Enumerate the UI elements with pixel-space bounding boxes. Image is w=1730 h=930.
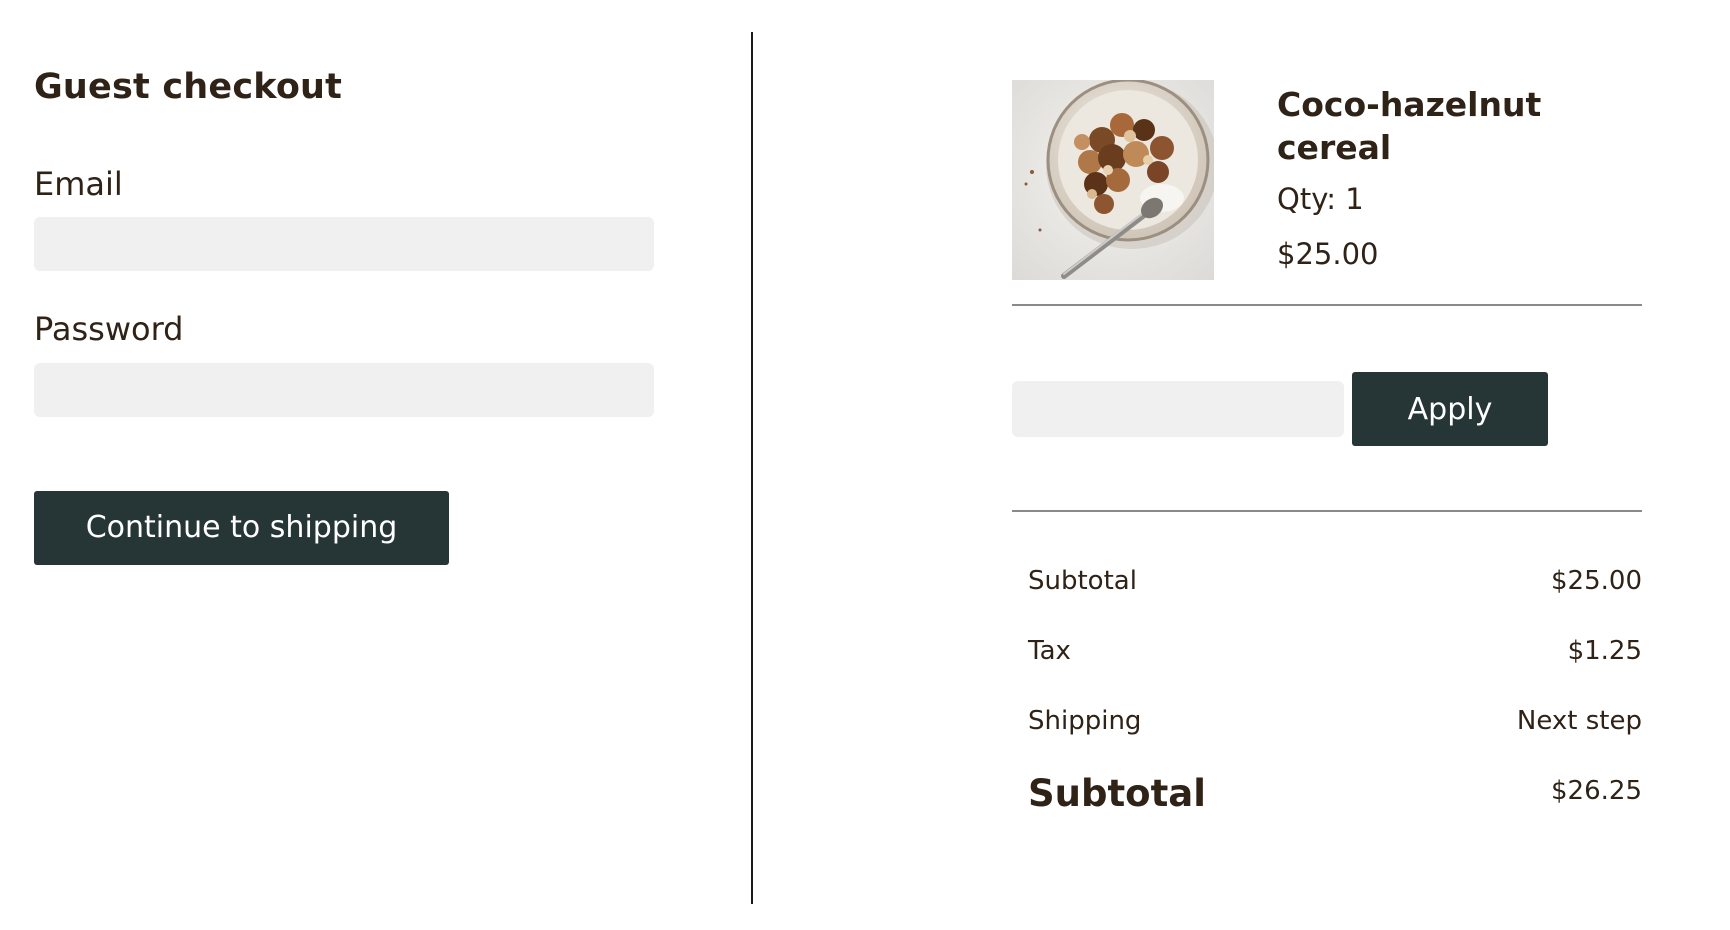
continue-to-shipping-button[interactable]: Continue to shipping — [34, 490, 449, 565]
guest-checkout-form: Guest checkout Email Password Continue t… — [34, 66, 654, 565]
shipping-value: Next step — [1516, 706, 1642, 737]
product-quantity: Qty: 1 — [1277, 181, 1364, 216]
product-price: $25.00 — [1277, 236, 1379, 271]
cart-item: Coco-hazelnut cereal Qty: 1 $25.00 — [1012, 80, 1642, 280]
email-label: Email — [34, 165, 123, 203]
apply-button[interactable]: Apply — [1352, 372, 1548, 446]
shipping-row: Shipping Next step — [1028, 706, 1642, 737]
password-field[interactable] — [34, 362, 654, 417]
column-divider — [751, 32, 753, 904]
subtotal-value: $25.00 — [1551, 566, 1642, 596]
subtotal-label: Subtotal — [1028, 566, 1137, 596]
summary-divider — [1012, 304, 1642, 306]
shipping-label: Shipping — [1028, 706, 1142, 737]
tax-row: Tax $1.25 — [1028, 636, 1642, 667]
subtotal-row: Subtotal $25.00 — [1028, 566, 1642, 597]
checkout-page: Guest checkout Email Password Continue t… — [0, 0, 1730, 930]
tax-label: Tax — [1028, 636, 1071, 667]
tax-value: $1.25 — [1567, 636, 1642, 667]
email-field[interactable] — [34, 217, 654, 272]
order-totals: Subtotal $25.00 Tax $1.25 Shipping Next … — [1012, 566, 1642, 816]
promo-code-input[interactable] — [1012, 381, 1344, 437]
grand-total-label: Subtotal — [1028, 771, 1206, 815]
order-summary: Coco-hazelnut cereal Qty: 1 $25.00 Apply… — [1012, 80, 1642, 816]
grand-total-row: Subtotal $26.25 — [1028, 772, 1642, 816]
grand-total-value: $26.25 — [1551, 775, 1642, 806]
promo-code-row: Apply — [1012, 372, 1642, 446]
product-info: Coco-hazelnut cereal Qty: 1 $25.00 — [1277, 80, 1642, 271]
product-name: Coco-hazelnut cereal — [1277, 85, 1542, 167]
summary-divider — [1012, 510, 1642, 512]
checkout-title: Guest checkout — [34, 67, 343, 107]
password-label: Password — [34, 310, 184, 349]
cereal-bowl-image — [1012, 80, 1214, 280]
